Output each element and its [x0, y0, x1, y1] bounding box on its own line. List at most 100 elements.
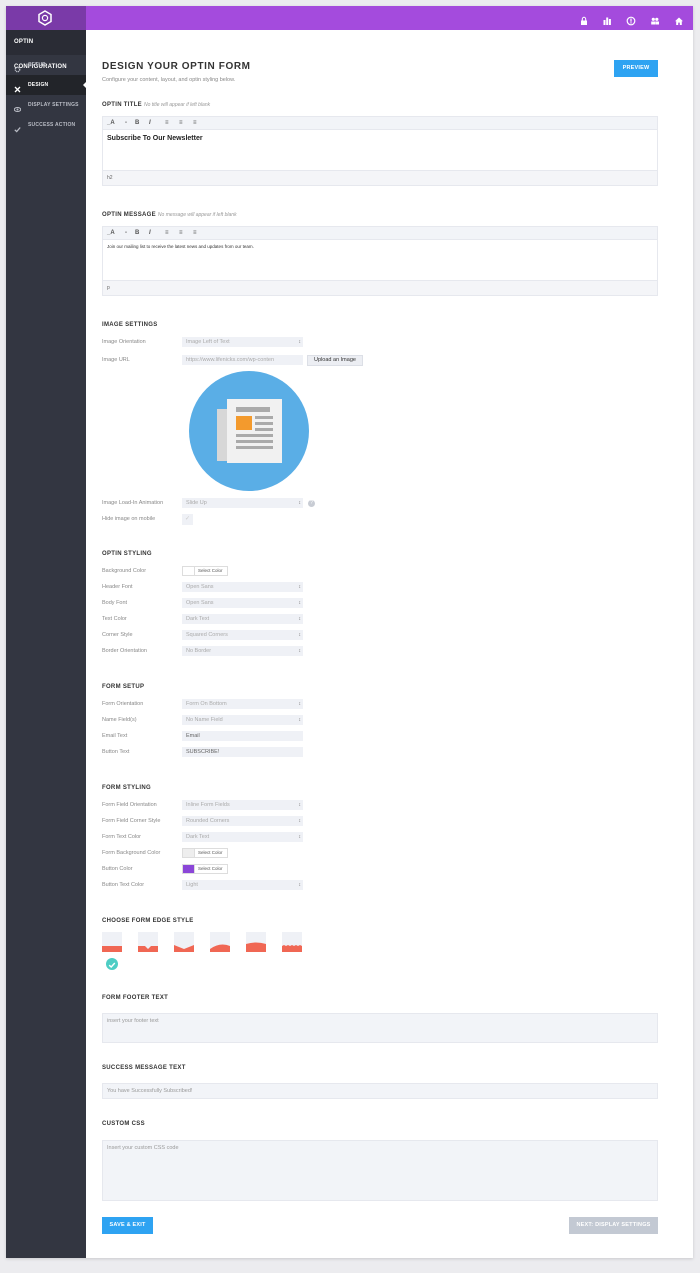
title-content[interactable]: Subscribe To Our Newsletter [103, 130, 657, 170]
image-animation-label: Image Load-In Animation [102, 500, 164, 506]
check-icon [14, 122, 21, 133]
edge-style-option[interactable] [210, 932, 230, 952]
email-text-label: Email Text [102, 733, 128, 739]
edge-preview [282, 945, 302, 952]
button-color-picker[interactable]: Select Color [182, 864, 228, 874]
image-orientation-select[interactable]: Image Left of Text [182, 337, 303, 347]
section-label: OPTIN MESSAGE [102, 212, 156, 218]
image-orientation-label: Image Orientation [102, 339, 146, 345]
optin-styling-heading: OPTIN STYLING [102, 551, 152, 557]
edge-style-option[interactable] [174, 932, 194, 952]
help-icon[interactable]: ? [308, 500, 315, 507]
page-subtitle: Configure your content, layout, and opti… [102, 77, 236, 83]
form-bg-color-picker[interactable]: Select Color [182, 848, 228, 858]
eye-icon [13, 102, 22, 112]
form-field-corner-select[interactable]: Rounded Corners [182, 816, 303, 826]
editor-toolbar: _A - B I ≡ ≡ ≡ [103, 227, 657, 240]
bold-button[interactable]: B [135, 120, 139, 126]
users-icon[interactable] [650, 13, 660, 25]
edge-preview [138, 946, 158, 952]
align-center-icon[interactable]: ≡ [179, 230, 183, 236]
optin-title-editor[interactable]: _A - B I ≡ ≡ ≡ Subscribe To Our Newslett… [102, 116, 658, 186]
edge-style-option[interactable] [246, 932, 266, 952]
color-swatch [183, 567, 195, 575]
success-message-input[interactable]: You have Successfully Subscribed! [102, 1083, 658, 1099]
header-font-select[interactable]: Open Sans [182, 582, 303, 592]
optin-message-editor[interactable]: _A - B I ≡ ≡ ≡ Join our mailing list to … [102, 226, 658, 296]
dash-button[interactable]: - [125, 120, 127, 126]
button-text-input[interactable]: SUBSCRIBE! [182, 747, 303, 757]
background-color-label: Background Color [102, 568, 147, 574]
bold-button[interactable]: B [135, 230, 139, 236]
footer-text-textarea[interactable]: insert your footer text [102, 1013, 658, 1043]
background-color-picker[interactable]: Select Color [182, 566, 228, 576]
button-text-color-label: Button Text Color [102, 882, 145, 888]
color-picker-label: Select Color [198, 568, 223, 573]
align-left-icon[interactable]: ≡ [165, 120, 169, 126]
edge-preview [246, 942, 266, 952]
next-display-settings-button[interactable]: NEXT: DISPLAY SETTINGS [569, 1217, 658, 1234]
circle-info-icon[interactable] [626, 13, 636, 26]
color-picker-label: Select Color [198, 866, 223, 871]
save-exit-button[interactable]: SAVE & EXIT [102, 1217, 153, 1234]
format-button[interactable]: _A [107, 120, 115, 126]
italic-button[interactable]: I [149, 120, 151, 126]
optin-title-heading: OPTIN TITLE No title will appear if left … [102, 102, 210, 108]
form-text-color-select[interactable]: Dark Text [182, 832, 303, 842]
sidebar-item-label: DISPLAY SETTINGS [28, 102, 79, 108]
corner-style-label: Corner Style [102, 632, 133, 638]
email-text-input[interactable]: Email [182, 731, 303, 741]
text-color-select[interactable]: Dark Text [182, 614, 303, 624]
name-fields-select[interactable]: No Name Field [182, 715, 303, 725]
bar-chart-icon[interactable] [602, 13, 612, 25]
format-button[interactable]: _A [107, 230, 115, 236]
edge-style-option[interactable] [102, 932, 122, 952]
home-icon[interactable] [674, 13, 684, 25]
text-color-label: Text Color [102, 616, 127, 622]
edge-preview [102, 946, 122, 952]
form-orientation-select[interactable]: Form On Bottom [182, 699, 303, 709]
align-center-icon[interactable]: ≡ [179, 120, 183, 126]
gear-icon [14, 62, 21, 73]
body-font-select[interactable]: Open Sans [182, 598, 303, 608]
custom-css-textarea[interactable]: Insert your custom CSS code [102, 1140, 658, 1201]
upload-image-button[interactable]: Upload an Image [307, 355, 363, 366]
edge-preview [210, 944, 230, 952]
sidebar-item-design[interactable]: DESIGN [6, 75, 87, 95]
sidebar-item-label: DESIGN [28, 82, 49, 88]
border-orientation-select[interactable]: No Border [182, 646, 303, 656]
success-message-heading: SUCCESS MESSAGE TEXT [102, 1065, 186, 1071]
button-text-color-select[interactable]: Light [182, 880, 303, 890]
dash-button[interactable]: - [125, 230, 127, 236]
section-hint: No message will appear if left blank [157, 212, 237, 218]
align-right-icon[interactable]: ≡ [193, 120, 197, 126]
page-title: DESIGN YOUR OPTIN FORM [102, 61, 251, 72]
edge-style-option[interactable] [138, 932, 158, 952]
form-field-orientation-select[interactable]: Inline Form Fields [182, 800, 303, 810]
button-color-label: Button Color [102, 866, 133, 872]
newsletter-image [189, 371, 309, 491]
hide-image-mobile-checkbox[interactable]: ✓ [182, 514, 193, 525]
header-font-label: Header Font [102, 584, 133, 590]
italic-button[interactable]: I [149, 230, 151, 236]
lock-icon[interactable] [579, 13, 589, 25]
corner-style-select[interactable]: Squared Corners [182, 630, 303, 640]
sidebar-item-display-settings[interactable]: DISPLAY SETTINGS [6, 95, 86, 115]
sidebar: OPTIN CONFIGURATION SETUP DESIGN DISPLAY… [6, 30, 87, 1258]
image-animation-select[interactable]: Slide Up [182, 498, 303, 508]
form-bg-color-label: Form Background Color [102, 850, 161, 856]
preview-button[interactable]: PREVIEW [614, 60, 658, 77]
align-right-icon[interactable]: ≡ [193, 230, 197, 236]
edge-style-option[interactable] [282, 932, 302, 952]
color-picker-label: Select Color [198, 850, 223, 855]
selected-check-icon [106, 958, 118, 970]
image-url-input[interactable]: https://www.lifenicks.com/wp-conten [182, 355, 303, 365]
form-styling-heading: FORM STYLING [102, 785, 151, 791]
sidebar-item-success-action[interactable]: SUCCESS ACTION [6, 115, 86, 135]
app-window: OPTIN CONFIGURATION SETUP DESIGN DISPLAY… [6, 6, 693, 1258]
tools-icon [14, 82, 21, 93]
message-content[interactable]: Join our mailing list to receive the lat… [103, 240, 657, 280]
align-left-icon[interactable]: ≡ [165, 230, 169, 236]
form-setup-heading: FORM SETUP [102, 684, 145, 690]
sidebar-item-setup[interactable]: SETUP [6, 55, 86, 75]
